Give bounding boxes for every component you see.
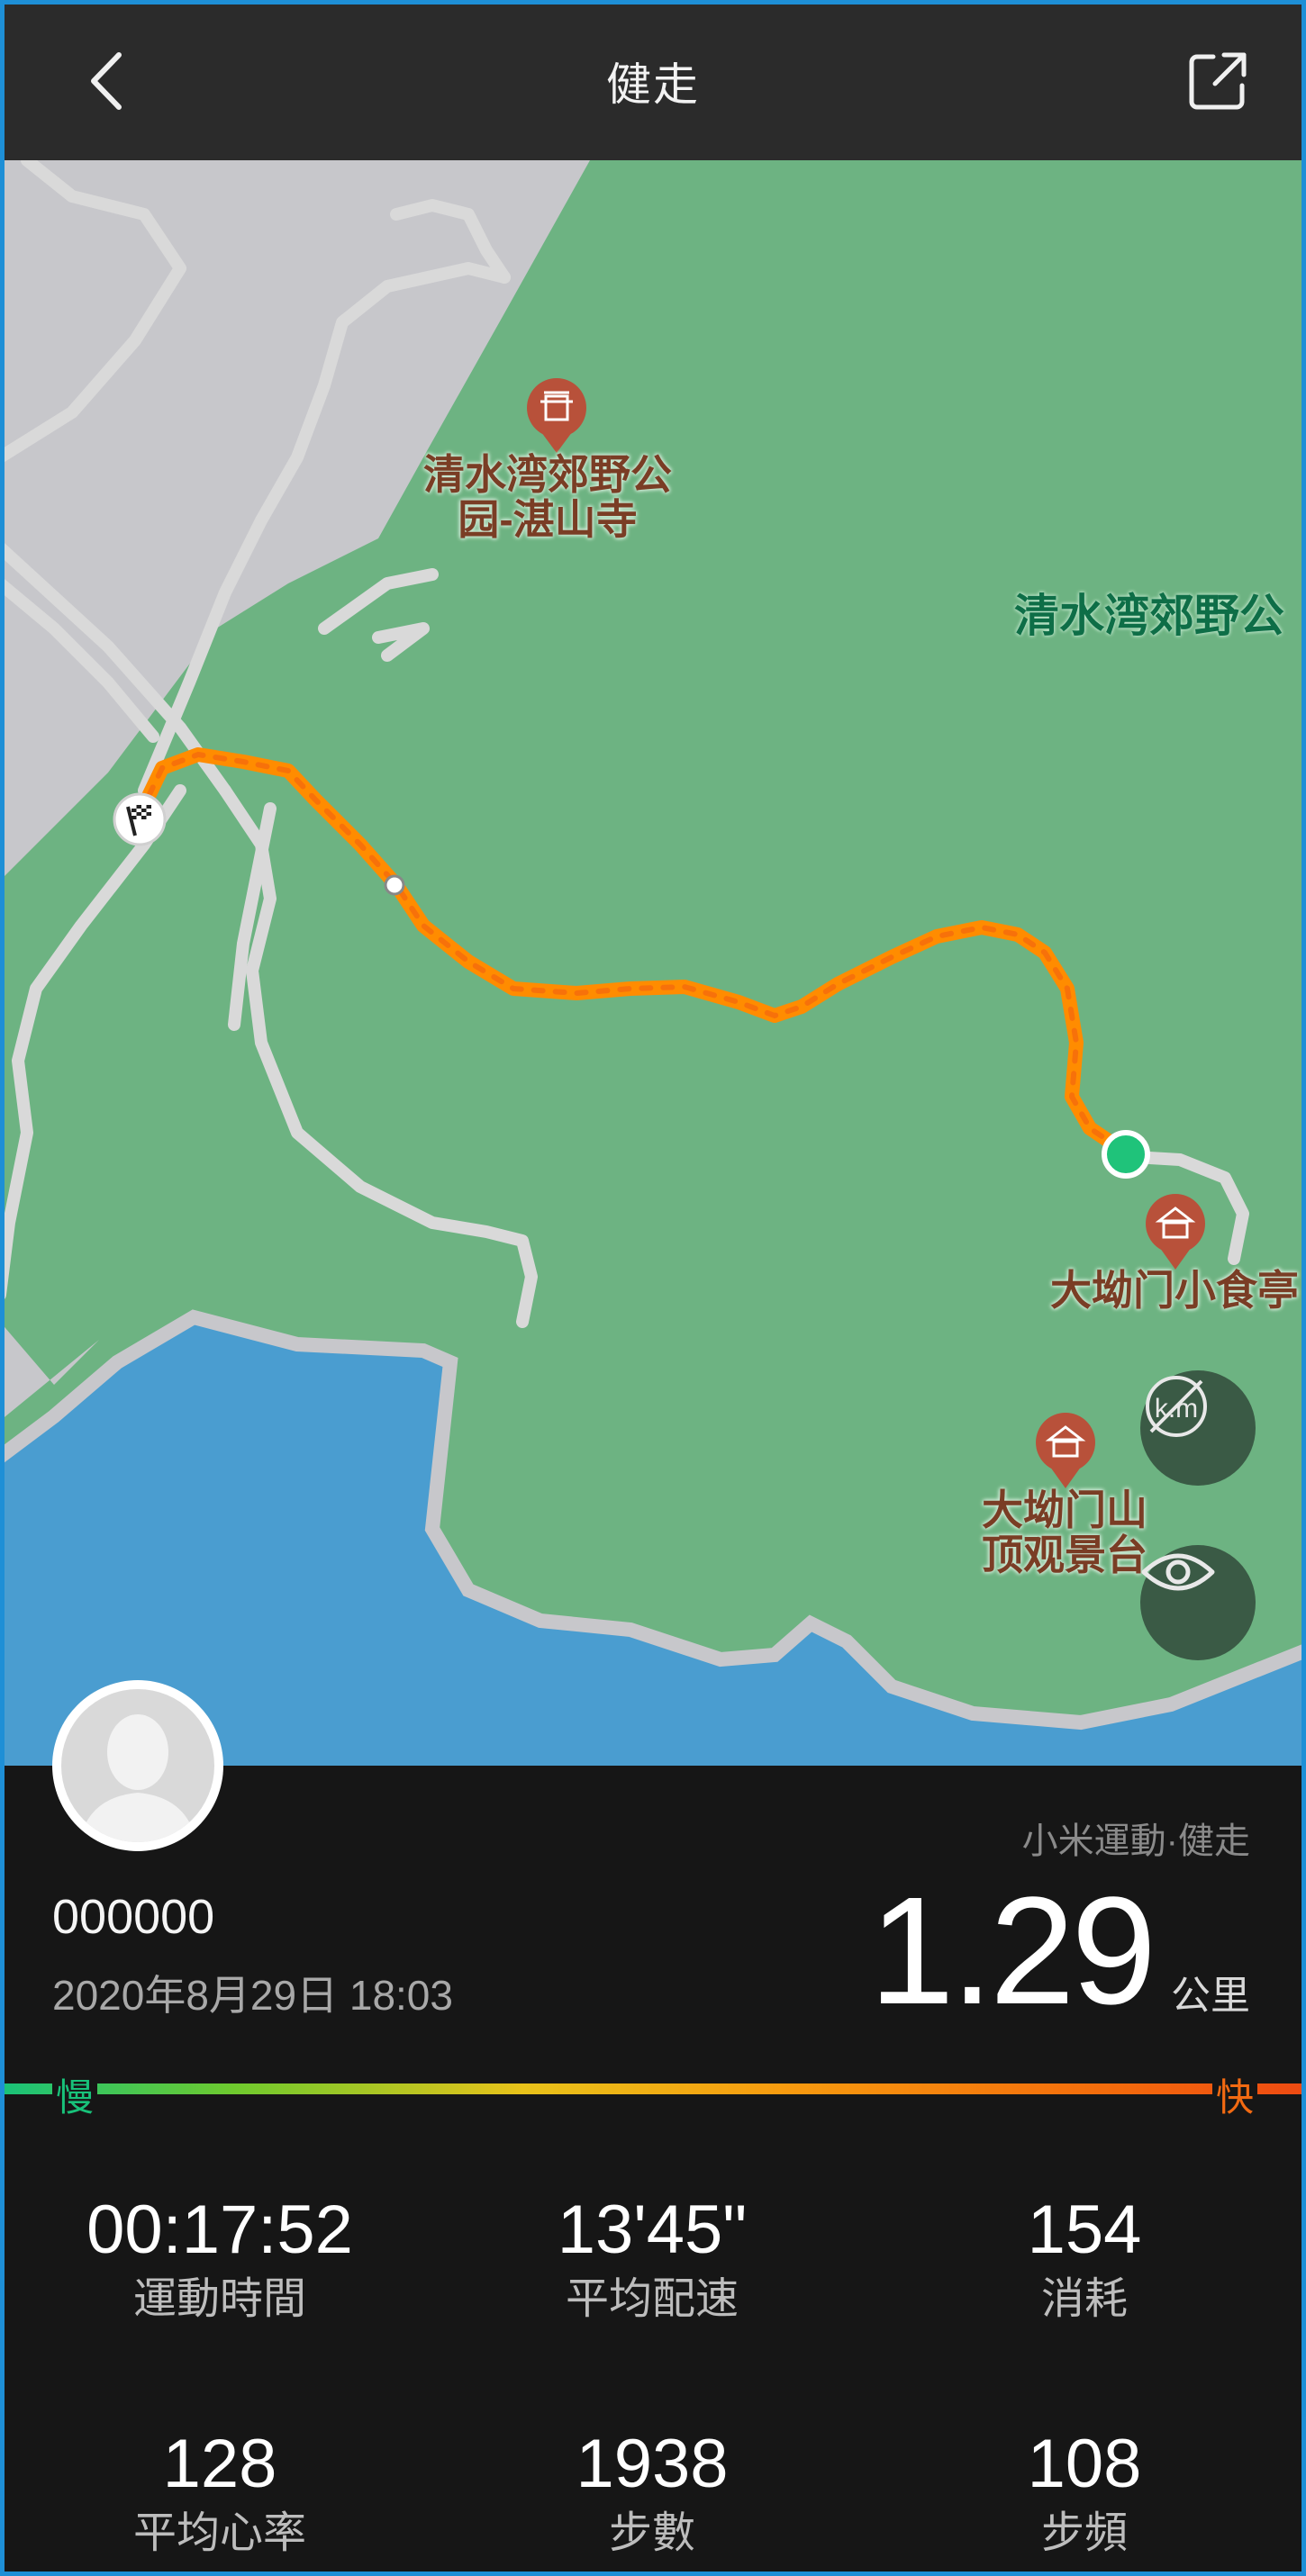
poi-label-line: 大坳门山 xyxy=(982,1487,1147,1533)
stat-value: 00:17:52 xyxy=(86,2192,353,2268)
poi-label-kiosk: 大坳门小食亭 xyxy=(1050,1268,1299,1313)
stat-duration: 00:17:52 運動時間 xyxy=(4,2190,436,2327)
username: 000000 xyxy=(52,1890,215,1944)
stat-value: 1938 xyxy=(576,2426,729,2502)
poi-label-temple: 清水湾郊野公 园-湛山寺 xyxy=(423,452,672,542)
toggle-visibility-button[interactable] xyxy=(1140,1545,1256,1660)
app-label: 小米運動·健走 xyxy=(1021,1821,1250,1861)
speed-legend-bar xyxy=(0,2083,1306,2094)
stat-steps: 1938 步數 xyxy=(436,2424,868,2561)
stat-label: 運動時間 xyxy=(132,2275,306,2323)
stat-value: 154 xyxy=(1027,2192,1142,2268)
stat-value: 13'45" xyxy=(557,2192,748,2268)
stat-calories: 154 消耗 xyxy=(868,2190,1301,2327)
stat-label: 平均心率 xyxy=(132,2509,306,2557)
avatar[interactable] xyxy=(52,1680,223,1851)
area-label: 清水湾郊野公 xyxy=(1014,591,1284,641)
stat-avg-pace: 13'45" 平均配速 xyxy=(436,2190,868,2327)
top-bar: 健走 xyxy=(0,0,1306,160)
poi-label-line: 园-湛山寺 xyxy=(458,496,638,543)
route-map[interactable]: 清水湾郊野公 园-湛山寺 清水湾郊野公 大坳门小食亭 大坳门山 顶观景台 k.m xyxy=(0,160,1306,1766)
toggle-km-markers-button[interactable]: k.m xyxy=(1140,1370,1256,1486)
poi-label-viewpoint: 大坳门山 顶观景台 xyxy=(982,1487,1147,1577)
km-off-icon: k.m xyxy=(1146,1376,1207,1437)
stat-value: 128 xyxy=(162,2426,277,2502)
stat-avg-heart-rate: 128 平均心率 xyxy=(4,2424,436,2561)
speed-slow-label: 慢 xyxy=(52,2067,98,2122)
eye-icon xyxy=(1141,1553,1215,1591)
page-title: 健走 xyxy=(606,59,700,110)
stat-label: 平均配速 xyxy=(565,2275,739,2323)
stat-label: 步數 xyxy=(608,2509,695,2557)
distance-value: 1.29 xyxy=(869,1866,1156,2037)
stat-value: 108 xyxy=(1027,2426,1142,2502)
distance-unit: 公里 xyxy=(1171,1974,1250,2018)
poi-label-line: 大坳门小食亭 xyxy=(1050,1267,1299,1314)
poi-label-line: 顶观景台 xyxy=(982,1532,1147,1578)
share-icon xyxy=(1189,52,1247,110)
end-marker xyxy=(1102,1130,1150,1179)
poi-label-line: 清水湾郊野公 xyxy=(423,451,672,498)
stat-cadence: 108 步頻 xyxy=(868,2424,1301,2561)
km-marker xyxy=(384,874,405,896)
share-button[interactable] xyxy=(1173,36,1263,126)
start-flag-icon xyxy=(113,792,167,846)
stat-label: 消耗 xyxy=(1040,2275,1128,2323)
stat-label: 步頻 xyxy=(1040,2509,1128,2557)
speed-fast-label: 快 xyxy=(1212,2067,1258,2122)
user-silhouette-icon xyxy=(79,1714,196,1842)
workout-datetime: 2020年8月29日 18:03 xyxy=(52,1972,453,2019)
